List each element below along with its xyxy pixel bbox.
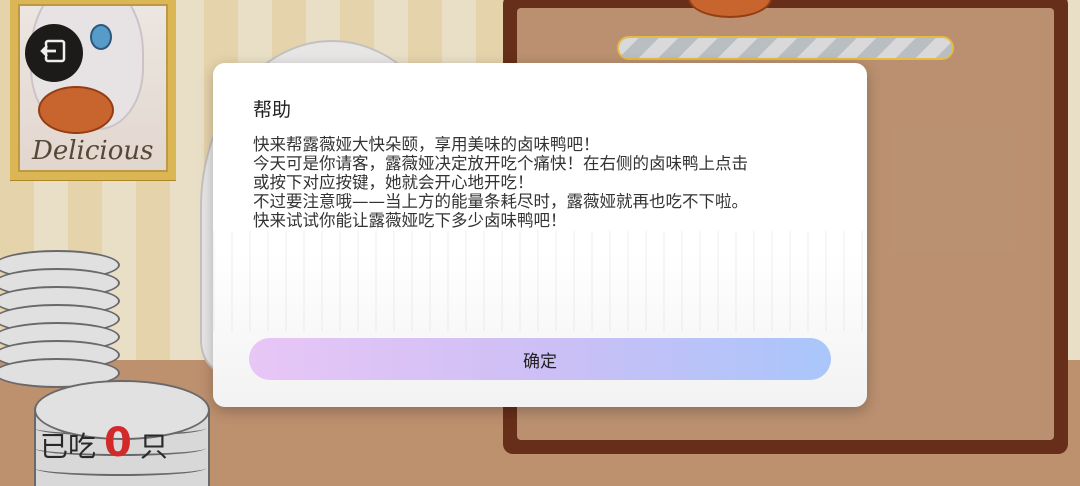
dialog-body: 快来帮露薇娅大快朵颐，享用美味的卤味鸭吧！ 今天可是你请客，露薇娅决定放开吃个痛…: [253, 135, 833, 230]
confirm-button[interactable]: 确定: [249, 338, 831, 380]
help-line: 快来帮露薇娅大快朵颐，享用美味的卤味鸭吧！: [253, 135, 600, 154]
help-line: 不过要注意哦——当上方的能量条耗尽时，露薇娅就再也吃不下啦。: [253, 192, 748, 211]
dialog-background-decoration: [213, 231, 867, 331]
help-line: 快来试试你能让露薇娅吃下多少卤味鸭吧！: [253, 211, 567, 230]
help-line: 今天可是你请客，露薇娅决定放开吃个痛快！在右侧的卤味鸭上点击: [253, 154, 748, 173]
help-line: 或按下对应按键，她就会开心地开吃！: [253, 173, 534, 192]
help-dialog: 帮助 快来帮露薇娅大快朵颐，享用美味的卤味鸭吧！ 今天可是你请客，露薇娅决定放开…: [213, 63, 867, 407]
dialog-title: 帮助: [253, 99, 292, 121]
game-stage: Delicious 已吃 0 只 帮助 快来帮露薇娅大快朵颐，享用美味的卤味鸭吧…: [0, 0, 1080, 486]
